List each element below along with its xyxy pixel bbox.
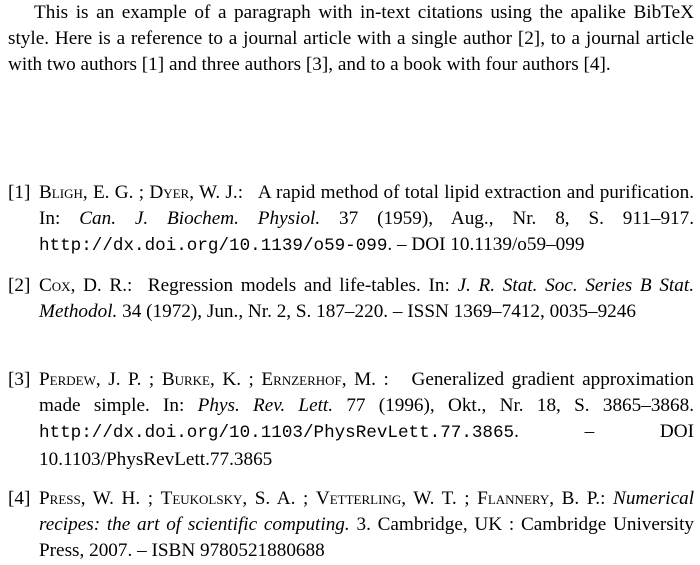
reference-entry: [4] Press, W. H. ; Teukolsky, S. A. ; Ve… — [8, 488, 695, 562]
journal-name: Phys. Rev. Lett. — [197, 395, 334, 417]
reference-details: 77 (1996), Okt., Nr. 18, S. 3865–3868. — [346, 395, 694, 417]
author-first: J. P. — [108, 369, 142, 390]
reference-label: [4] — [8, 488, 31, 509]
reference-entry: [1] Bligh, E. G. ; Dyer, W. J.: A rapid … — [8, 182, 695, 257]
author-last: Flannery — [477, 488, 550, 509]
reference-entry: [2] Cox, D. R.: Regression models and li… — [8, 275, 694, 323]
author-first: W. J. — [198, 182, 238, 203]
author-first: W. T. — [413, 488, 457, 509]
doi-url-link[interactable]: http://dx.doi.org/10.1103/PhysRevLett.77… — [39, 423, 514, 443]
paragraph-text: and three authors — [164, 54, 306, 76]
author-first: S. A. — [254, 488, 296, 509]
author-first: K. — [222, 369, 241, 390]
journal-name: Can. J. Biochem. Physiol. — [79, 208, 321, 230]
paragraph-text: , and to a book with four authors — [328, 54, 584, 76]
author-last: Perdew — [39, 369, 96, 390]
author-last: Bligh — [39, 182, 83, 203]
intro-paragraph: This is an example of a paragraph with i… — [8, 0, 694, 79]
reference-title: Regression models and life-tables. — [147, 275, 421, 296]
author-last: Ernzerhof — [261, 369, 342, 390]
doi-url-link[interactable]: http://dx.doi.org/10.1139/o59-099 — [39, 236, 387, 256]
citation-link-1[interactable]: [1] — [142, 54, 164, 75]
author-last: Cox — [39, 275, 71, 296]
author-last: Vetterling — [315, 488, 402, 509]
in-label: In: — [428, 275, 450, 296]
author-last: Burke — [161, 369, 210, 390]
reference-doi: . – DOI 10.1139/o59–099 — [387, 234, 585, 256]
author-first: D. R. — [83, 275, 128, 296]
reference-entry: [3] Perdew, J. P. ; Burke, K. ; Ernzerho… — [8, 369, 694, 470]
citation-link-4[interactable]: [4] — [584, 54, 606, 75]
author-first: B. P. — [561, 488, 601, 509]
reference-label: [1] — [8, 182, 31, 203]
in-label: In: — [163, 395, 185, 417]
in-label: In: — [39, 208, 61, 230]
author-first: E. G. — [92, 182, 134, 203]
reference-details: 37 (1959), Aug., Nr. 8, S. 911–917. — [339, 208, 695, 230]
author-first: M. — [354, 369, 376, 390]
citation-link-3[interactable]: [3] — [306, 54, 328, 75]
author-last: Press — [39, 488, 81, 509]
reference-label: [2] — [8, 275, 31, 296]
author-first: W. H. — [92, 488, 141, 509]
author-last: Dyer — [149, 182, 190, 203]
reference-title: A rapid method of total lipid extraction… — [257, 182, 694, 203]
reference-details: 34 (1972), Jun., Nr. 2, S. 187–220. – IS… — [122, 301, 636, 323]
citation-link-2[interactable]: [2] — [518, 28, 540, 49]
author-last: Teukolsky — [160, 488, 243, 509]
reference-label: [3] — [8, 369, 31, 390]
paragraph-text: . — [605, 54, 611, 76]
